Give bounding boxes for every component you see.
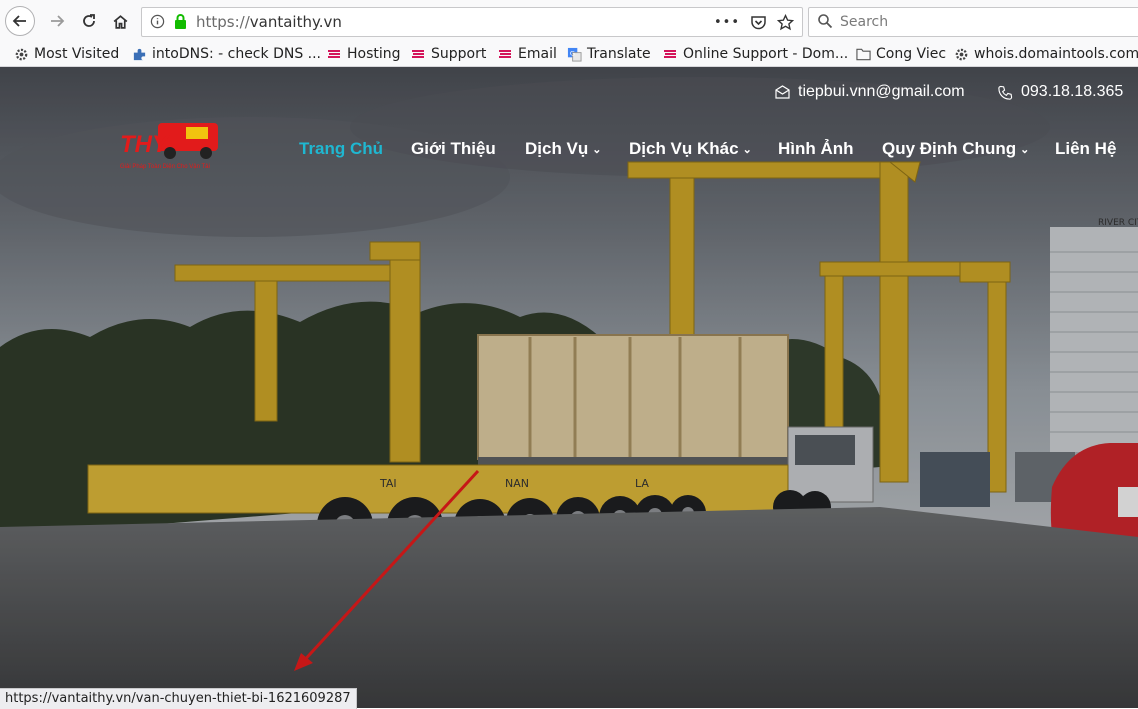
forward-arrow-icon [51,15,65,27]
gear-icon [14,47,29,62]
contact-email[interactable]: tiepbui.vnn@gmail.com [775,83,965,101]
phone-text: 093.18.18.365 [1021,83,1124,100]
bookmark-translate[interactable]: G Translate [567,45,651,63]
email-text: tiepbui.vnn@gmail.com [798,83,965,100]
nav-item-lien-he[interactable]: Liên Hệ [1055,137,1116,161]
link-status-bar: https://vantaithy.vn/van-chuyen-thiet-bi… [0,688,357,709]
nav-label: Giới Thiệu [411,139,496,158]
url-host: vantaithy.vn [249,13,342,31]
bookmark-label: Hosting [347,46,401,62]
nav-item-dich-vu-khac[interactable]: Dịch Vụ Khác ⌄ [629,137,752,161]
bookmark-online-support[interactable]: Online Support - Dom... [663,45,848,63]
nav-label: Dịch Vụ Khác [629,139,739,158]
nav-label: Trang Chủ [299,139,384,158]
home-button[interactable] [105,6,135,36]
back-button[interactable] [5,6,35,36]
nav-item-trang-chu[interactable]: Trang Chủ [299,137,383,161]
page-actions: ••• [714,11,794,33]
bookmarks-toolbar: Most Visited intoDNS: - check DNS ... Ho… [0,42,1138,67]
envelope-icon [775,85,790,99]
chevron-down-icon: ⌄ [1020,143,1030,156]
bookmark-label: Cong Viec [876,46,947,62]
address-bar[interactable]: https://vantaithy.vn ••• [141,7,803,37]
bookmark-whois[interactable]: whois.domaintools.com [954,45,1138,63]
bookmark-label: Online Support - Dom... [683,46,849,62]
nav-label: Dịch Vụ [525,139,589,158]
puzzle-icon [132,47,147,62]
search-icon [817,13,833,33]
bookmark-intodns[interactable]: intoDNS: - check DNS ... [132,45,321,63]
logo-wordmark: THY [120,131,170,158]
nav-label: Liên Hệ [1055,139,1117,158]
logo-tagline: Giải Pháp Toàn Diện Cho Vận Tải [120,164,210,170]
translate-icon: G [567,47,582,62]
home-icon [113,14,127,29]
phone-icon [998,85,1013,100]
bookmark-label: whois.domaintools.com [974,46,1138,62]
bookmark-hosting[interactable]: Hosting [327,45,401,63]
nav-item-dich-vu[interactable]: Dịch Vụ ⌄ [525,137,602,161]
bookmark-email[interactable]: Email [498,45,557,63]
contact-phone[interactable]: 093.18.18.365 [998,83,1123,101]
forward-button[interactable] [42,6,72,36]
url-scheme: https:// [196,13,250,31]
nav-label: Quy Định Chung [882,139,1017,158]
svg-text:G: G [570,49,575,57]
bookmark-label: intoDNS: - check DNS ... [152,46,322,62]
mat-bao-icon [663,47,678,62]
bookmark-most-visited[interactable]: Most Visited [14,45,119,63]
reload-icon [83,14,95,27]
pocket-icon[interactable] [750,14,767,30]
browser-toolbar: https://vantaithy.vn ••• Search [0,0,1138,42]
bookmark-label: Support [431,46,487,62]
chevron-down-icon: ⌄ [742,143,752,156]
nav-label: Hình Ảnh [778,139,854,158]
mat-bao-icon [411,47,426,62]
page-content: RIVER CITY TAI NAN [0,67,1138,708]
mat-bao-icon [327,47,342,62]
back-arrow-icon [12,15,26,27]
bookmark-folder-cong-viec[interactable]: Cong Viec [856,45,946,63]
site-logo[interactable]: THY Giải Pháp Toàn Diện Cho Vận Tải [118,119,226,173]
reload-button[interactable] [74,6,104,36]
info-icon[interactable] [150,14,165,33]
search-placeholder: Search [840,14,889,30]
bookmark-star-icon[interactable] [777,13,794,31]
bookmark-label: Most Visited [34,46,120,62]
folder-icon [856,47,871,62]
page-actions-menu-icon[interactable]: ••• [714,15,740,30]
lock-icon[interactable] [173,13,188,34]
url-text[interactable]: https://vantaithy.vn [196,13,342,31]
search-bar[interactable]: Search [808,7,1138,37]
nav-item-quy-dinh-chung[interactable]: Quy Định Chung ⌄ [882,137,1029,161]
nav-item-gioi-thieu[interactable]: Giới Thiệu [411,137,496,161]
bookmark-label: Translate [587,46,651,62]
chevron-down-icon: ⌄ [592,143,602,156]
mat-bao-icon [498,47,513,62]
bookmark-label: Email [518,46,557,62]
gear-icon [954,47,969,62]
bookmark-support[interactable]: Support [411,45,486,63]
nav-item-hinh-anh[interactable]: Hình Ảnh [778,137,854,161]
